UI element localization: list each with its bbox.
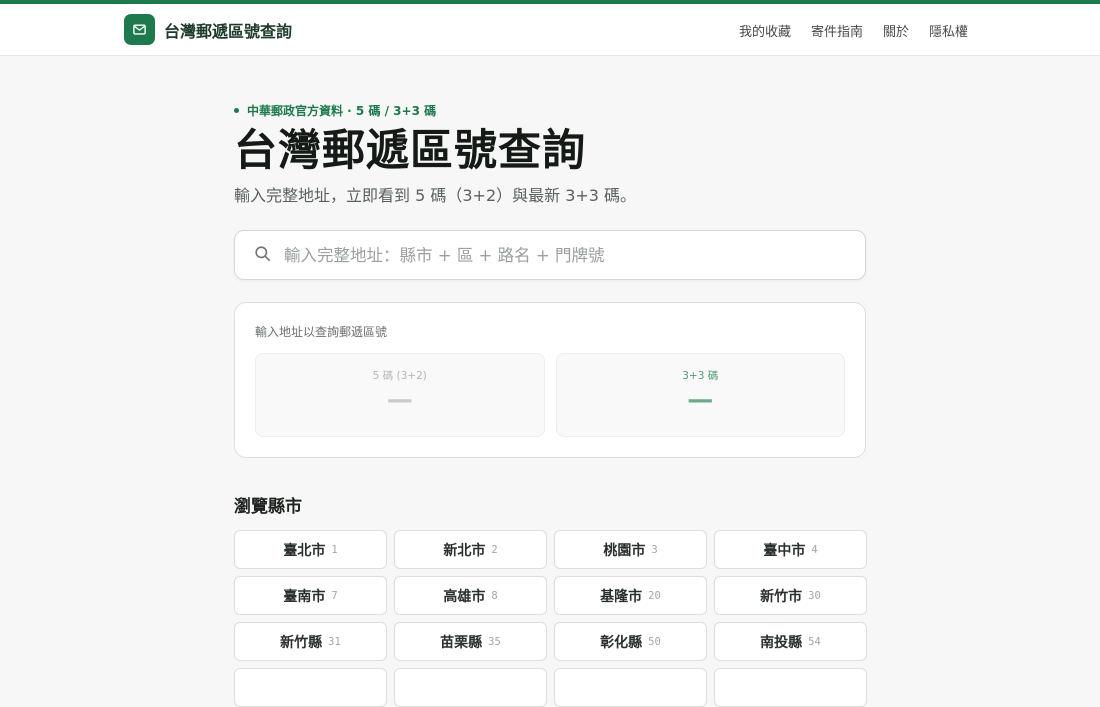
six-digit-code-box: 3+3 碼 — — [555, 353, 845, 437]
city-code: 31 — [328, 635, 341, 648]
city-button[interactable]: 苗栗縣 35 — [394, 622, 547, 662]
city-button[interactable]: 臺北市 1 — [234, 530, 387, 570]
city-name: 臺南市 — [283, 588, 326, 605]
search-box[interactable] — [234, 230, 866, 280]
code-results: 5 碼 (3+2) — 3+3 碼 — — [255, 353, 845, 437]
five-digit-code-label: 5 碼 (3+2) — [372, 370, 427, 382]
source-badge: 中華郵政官方資料 · 5 碼 / 3+3 碼 — [234, 100, 866, 120]
city-button[interactable]: 彰化縣 50 — [554, 622, 707, 662]
five-digit-code-value: — — [386, 385, 413, 415]
mail-icon — [124, 14, 155, 45]
city-button[interactable] — [714, 668, 867, 707]
nav-link-about[interactable]: 關於 — [883, 21, 909, 40]
city-button[interactable]: 新竹市 30 — [714, 576, 867, 616]
main-content: 中華郵政官方資料 · 5 碼 / 3+3 碼 台灣郵遞區號查詢 輸入完整地址，立… — [234, 100, 867, 707]
city-name: 桃園市 — [603, 542, 646, 559]
brand[interactable]: 台灣郵遞區號查詢 — [124, 14, 292, 45]
browse-section-title: 瀏覽縣市 — [234, 497, 302, 517]
city-button[interactable]: 桃園市 3 — [554, 530, 707, 570]
page-title: 台灣郵遞區號查詢 — [234, 126, 586, 176]
city-code: 20 — [648, 589, 661, 602]
city-name: 臺中市 — [763, 542, 806, 559]
city-name: 苗栗縣 — [440, 634, 483, 651]
city-name: 彰化縣 — [600, 634, 643, 651]
city-code: 7 — [331, 589, 338, 602]
city-button[interactable]: 新竹縣 31 — [234, 622, 387, 662]
city-code: 54 — [808, 635, 821, 648]
city-button[interactable] — [394, 668, 547, 707]
city-code: 30 — [808, 589, 821, 602]
city-code: 2 — [491, 543, 498, 556]
nav-link-shipping-guide[interactable]: 寄件指南 — [811, 21, 863, 40]
result-hint: 輸入地址以查詢郵遞區號 — [255, 325, 388, 339]
city-button[interactable] — [554, 668, 707, 707]
search-icon — [253, 244, 272, 267]
city-button[interactable]: 臺中市 4 — [714, 530, 867, 570]
nav-link-favorites[interactable]: 我的收藏 — [739, 21, 791, 40]
city-grid: 臺北市 1 新北市 2 桃園市 3 臺中市 4 臺南市 7 高雄市 8 基隆市 20 新竹市 3… — [234, 530, 867, 707]
city-name: 臺北市 — [283, 542, 326, 559]
brand-name: 台灣郵遞區號查詢 — [164, 21, 293, 41]
city-name: 新竹市 — [760, 588, 803, 605]
page-subtitle: 輸入完整地址，立即看到 5 碼（3+2）與最新 3+3 碼。 — [234, 186, 637, 205]
city-button[interactable] — [234, 668, 387, 707]
six-digit-code-value: — — [687, 385, 714, 415]
status-dot — [234, 107, 239, 113]
source-badge-text: 中華郵政官方資料 · 5 碼 / 3+3 碼 — [247, 103, 437, 118]
navbar: 台灣郵遞區號查詢 我的收藏 寄件指南 關於 隱私權 — [0, 4, 1100, 56]
address-search-input[interactable] — [282, 244, 847, 266]
city-button[interactable]: 高雄市 8 — [394, 576, 547, 616]
city-code: 50 — [648, 635, 661, 648]
city-name: 高雄市 — [443, 588, 486, 605]
six-digit-code-label: 3+3 碼 — [682, 370, 719, 382]
nav-link-privacy[interactable]: 隱私權 — [929, 21, 968, 40]
city-name: 新竹縣 — [280, 634, 323, 651]
city-button[interactable]: 基隆市 20 — [554, 576, 707, 616]
city-button[interactable]: 臺南市 7 — [234, 576, 387, 616]
city-name: 基隆市 — [600, 588, 643, 605]
city-code: 4 — [811, 543, 818, 556]
city-name: 南投縣 — [760, 634, 803, 651]
five-digit-code-box: 5 碼 (3+2) — — [255, 353, 545, 437]
city-button[interactable]: 南投縣 54 — [714, 622, 867, 662]
city-code: 3 — [651, 543, 658, 556]
city-code: 1 — [331, 543, 338, 556]
city-code: 8 — [491, 589, 498, 602]
result-card: 輸入地址以查詢郵遞區號 5 碼 (3+2) — 3+3 碼 — — [234, 302, 866, 458]
nav-links: 我的收藏 寄件指南 關於 隱私權 — [739, 21, 968, 40]
city-name: 新北市 — [443, 542, 486, 559]
city-code: 35 — [488, 635, 501, 648]
city-button[interactable]: 新北市 2 — [394, 530, 547, 570]
